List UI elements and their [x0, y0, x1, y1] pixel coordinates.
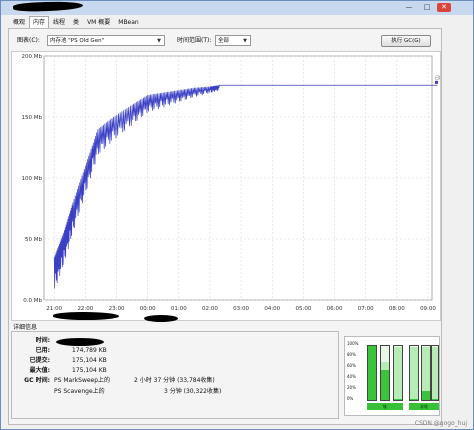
committed-label: 已提交:: [29, 357, 50, 364]
redaction-mark: [56, 338, 104, 346]
used-fill: [410, 398, 418, 400]
jconsole-window: — □ ✕ 概观 内存 线程 类 VM 概要 MBean 图表(C): 内存池 …: [0, 0, 474, 430]
chart-svg: 200 Mb150 Mb100 Mb50 Mb0.0 Mb21:00 22:00 2…: [22, 54, 440, 312]
chart-select-label: 图表(C):: [17, 37, 40, 44]
used-fill: [432, 398, 438, 400]
heap-pool-bar[interactable]: [367, 345, 377, 401]
title-bar[interactable]: — □ ✕: [1, 0, 473, 15]
time-label: 时间:: [35, 337, 50, 344]
max-value: 175,104 KB: [72, 367, 107, 374]
chevron-down-icon: ▼: [157, 38, 161, 44]
x-tick-label: 02:00: [202, 306, 218, 312]
used-fill: [381, 370, 389, 400]
redaction-mark: [53, 312, 119, 320]
y-tick-label: 50 Mb: [25, 237, 42, 243]
maximize-button[interactable]: □: [421, 3, 433, 12]
redaction-mark: [12, 0, 84, 13]
x-tick-label: 03:00: [233, 306, 249, 312]
perform-gc-button[interactable]: 执行 GC(G): [381, 35, 431, 47]
nonheap-label: 非堆: [409, 403, 439, 410]
nonheap-pool-bar[interactable]: [409, 345, 419, 401]
max-label: 最大值:: [29, 367, 50, 374]
minimize-button[interactable]: —: [403, 3, 415, 12]
gc-time-label: GC 时间:: [24, 377, 50, 384]
tab-classes[interactable]: 类: [69, 16, 83, 28]
redaction-mark: [144, 315, 178, 322]
pct-tick: 20%: [347, 385, 356, 390]
gc-marksweep-name: PS MarkSweep上的: [54, 377, 111, 384]
details-header: 详细信息: [13, 324, 38, 331]
used-fill: [368, 346, 376, 400]
gc-scavenge-value: 3 分钟 (30,322收集): [164, 388, 222, 395]
y-tick-label: 200 Mb: [22, 54, 43, 60]
nonheap-pool-bar[interactable]: [421, 345, 431, 401]
chart-controls: 图表(C): 内存池 "PS Old Gen" ▼ 时间范围(T): 全部 ▼ …: [17, 35, 437, 47]
used-value: 174,789 KB: [72, 347, 107, 354]
committed-fill: [394, 347, 402, 400]
memory-usage-bars: 100% 80% 60% 40% 20% 0% 堆 非堆: [344, 336, 440, 416]
committed-value: 175,104 KB: [72, 357, 107, 364]
time-range-label: 时间范围(T):: [177, 37, 212, 44]
watermark: CSDN @gogo_huj: [414, 420, 467, 427]
time-range-select[interactable]: 全部 ▼: [215, 35, 251, 46]
heap-pool-bar[interactable]: [393, 345, 403, 401]
x-tick-label: 23:00: [109, 306, 125, 312]
pct-tick: 40%: [347, 374, 356, 379]
used-label: 已用:: [35, 347, 50, 354]
x-tick-label: 21:00: [46, 306, 62, 312]
tab-bar: 概观 内存 线程 类 VM 概要 MBean: [9, 16, 143, 28]
x-tick-label: 06:00: [327, 306, 343, 312]
committed-fill: [432, 347, 438, 400]
close-button[interactable]: ✕: [437, 3, 451, 12]
pct-tick: 100%: [347, 341, 359, 346]
pct-tick: 60%: [347, 363, 356, 368]
gc-marksweep-value: 2 小时 37 分钟 (33,784收集): [134, 377, 215, 384]
heap-pool-bar[interactable]: [380, 345, 390, 401]
y-tick-label: 100 Mb: [22, 176, 43, 182]
committed-fill: [410, 347, 418, 400]
tab-vm-summary[interactable]: VM 概要: [83, 16, 114, 28]
y-tick-label: 0.0 Mb: [23, 298, 42, 304]
tab-mbeans[interactable]: MBean: [114, 16, 142, 28]
time-range-value: 全部: [218, 38, 230, 44]
memory-chart: 200 Mb 150 Mb 100 Mb 50 Mb 0.0 Mb 21:00 22:00 2…: [11, 51, 441, 321]
tab-overview[interactable]: 概观: [9, 16, 29, 28]
x-tick-label: 07:00: [358, 306, 374, 312]
pct-tick: 80%: [347, 352, 356, 357]
x-tick-label: 01:00: [171, 306, 187, 312]
used-fill: [394, 398, 402, 400]
tab-threads[interactable]: 线程: [49, 16, 69, 28]
chevron-down-icon: ▼: [243, 38, 247, 44]
x-tick-label: 09:00: [420, 306, 436, 312]
heap-label: 堆: [367, 403, 403, 410]
x-tick-label: 05:00: [295, 306, 311, 312]
used-fill: [422, 391, 430, 400]
y-tick-label: 150 Mb: [22, 115, 43, 121]
nonheap-pool-bar[interactable]: [431, 345, 439, 401]
legend-swatch: [435, 80, 438, 84]
chart-select-value: 内存池 "PS Old Gen": [50, 38, 105, 44]
chart-select[interactable]: 内存池 "PS Old Gen" ▼: [47, 35, 165, 46]
gc-scavenge-name: PS Scavenge上的: [54, 388, 105, 395]
tab-memory[interactable]: 内存: [29, 16, 50, 28]
x-tick-label: 08:00: [389, 306, 405, 312]
pct-tick: 0%: [347, 396, 354, 401]
x-tick-label: 04:00: [264, 306, 280, 312]
x-tick-label: 00:00: [140, 306, 156, 312]
